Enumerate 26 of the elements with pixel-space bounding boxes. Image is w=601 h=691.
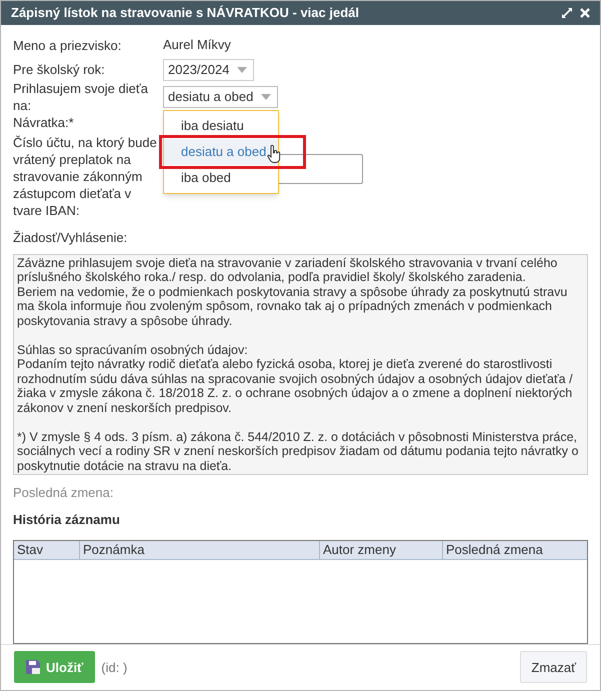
last-change-label: Posledná zmena: (13, 484, 114, 502)
column-header[interactable]: Posledná zmena (442, 540, 587, 558)
window-title: Zápisný lístok na stravovanie s NÁVRATKOU - viac jedál (11, 4, 359, 22)
request-textarea[interactable]: Záväzne prihlasujem svoje dieťa na stravovanie v zariadení školského stravovania v trvaní celého príslušného školského roka./ resp. do odvolania, podľa pravidiel školy/ školského zaradenia. Beriem na vedomie, že o podmienkach poskytovania stravy a spôsobe úhrady za poskytnutú stravu ma škola informuje ňou zvoleným spôsom, rovnako tak aj o prípadných zmenách v podmienkach poskytovania stravy a spôsobe úhrady. Súhlas so spracúvaním osobných údajov: Podaním tejto návratky rodič dieťaťa alebo fyzická osoba, ktorej je dieťa zverené do starostlivosti rozhodnutím súdu dáva súhlas na spracovanie svojich osobných údajov a osobných údajov dieťaťa / žiaka v zmysle zákona č. 18/2018 Z. z. o ochrane osobných údajov a o zmene a doplnení niektorých zákonov v znení neskorších predpisov. *) V zmysle § 4 ods. 3 písm. a) zákona č. 544/2010 Z. z. o dotáciách v pôsobnosti Ministerstva práce, sociálnych vecí a rodiny SR v znení neskorších predpisov žiadam od dátumu podania tejto návratky o poskytnutie dotácie na stravu na dieťa. (13, 254, 588, 474)
column-header[interactable]: Stav (14, 540, 79, 558)
select-field[interactable]: 2023/2024 (163, 58, 254, 80)
close-icon[interactable] (580, 8, 590, 18)
column-header[interactable]: Autor zmeny (319, 540, 442, 558)
dropdown-option[interactable]: desiatu a obed (164, 138, 278, 164)
maximize-icon[interactable] (562, 8, 572, 18)
field-label: Číslo účtu, na ktorý bude vrátený preplatok na stravovanie zákonným zástupcom dieťaťa v tvare IBAN: (13, 134, 158, 219)
delete-button[interactable]: Zmazať (520, 651, 587, 684)
field-label: Návratka:* (13, 114, 75, 130)
caret-icon (261, 94, 272, 100)
column-header[interactable]: Poznámka (79, 540, 319, 558)
field-label: Pre školský rok: (13, 61, 106, 78)
caret-icon (237, 66, 248, 72)
dropdown-option[interactable]: iba obed (164, 164, 278, 190)
history-title: História záznamu (13, 511, 121, 529)
field-label: Prihlasujem svoje dieťa na: (13, 80, 149, 114)
request-label: Žiadosť/Vyhlásenie: (13, 229, 128, 247)
record-id: (id: ) (101, 658, 128, 677)
dropdown-option[interactable]: iba desiatu (164, 112, 278, 138)
select-field[interactable]: desiatu a obed (163, 86, 278, 108)
field-label: Meno a priezvisko: (13, 36, 122, 54)
field-value: Aurel Míkvy (163, 37, 231, 52)
